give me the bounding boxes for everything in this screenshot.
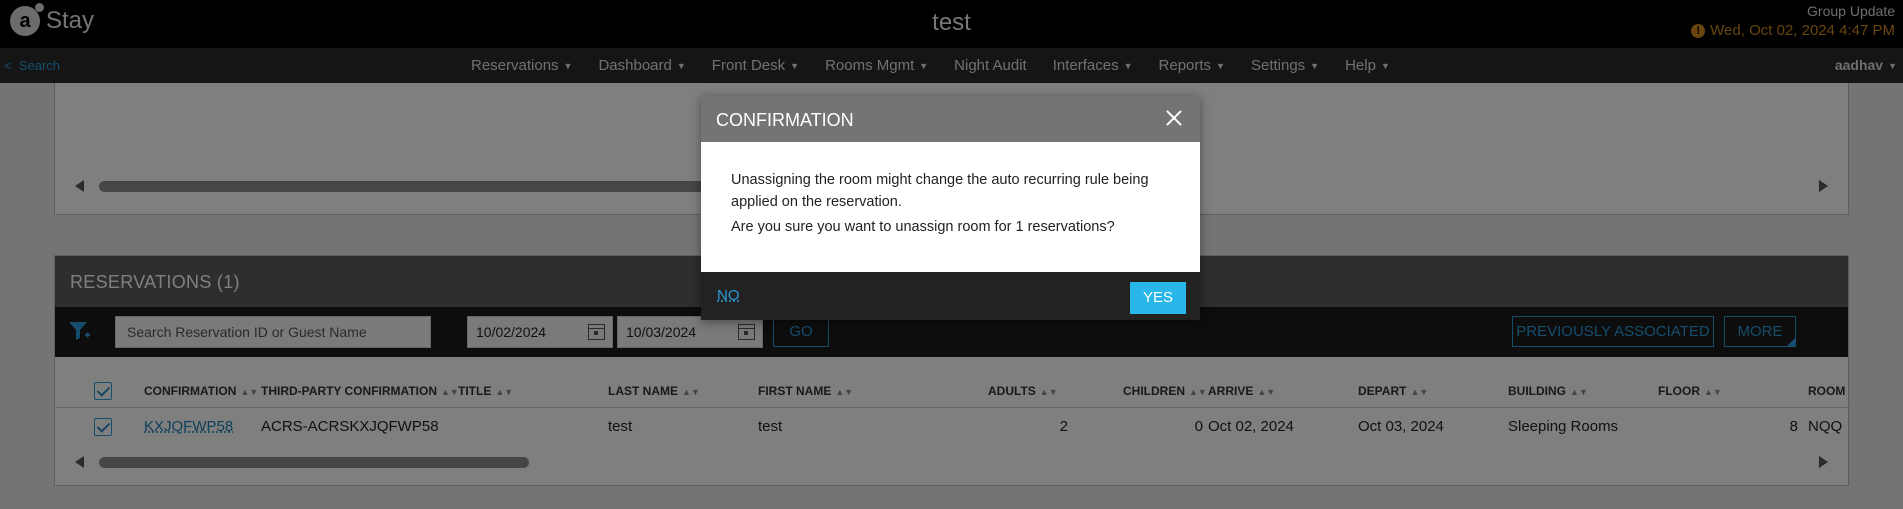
dialog-header: CONFIRMATION — [701, 96, 1200, 142]
dialog-body: Unassigning the room might change the au… — [701, 142, 1200, 272]
dialog-title: CONFIRMATION — [716, 110, 854, 130]
dialog-message-2: Are you sure you want to unassign room f… — [731, 219, 1115, 235]
yes-button[interactable]: YES — [1130, 282, 1186, 314]
confirmation-dialog: CONFIRMATION Unassigning the room might … — [701, 96, 1200, 320]
dialog-footer: NO YES — [701, 272, 1200, 320]
no-button[interactable]: NO — [717, 287, 740, 304]
close-icon[interactable] — [1165, 109, 1182, 126]
dialog-message-1: Unassigning the room might change the au… — [731, 172, 1149, 210]
